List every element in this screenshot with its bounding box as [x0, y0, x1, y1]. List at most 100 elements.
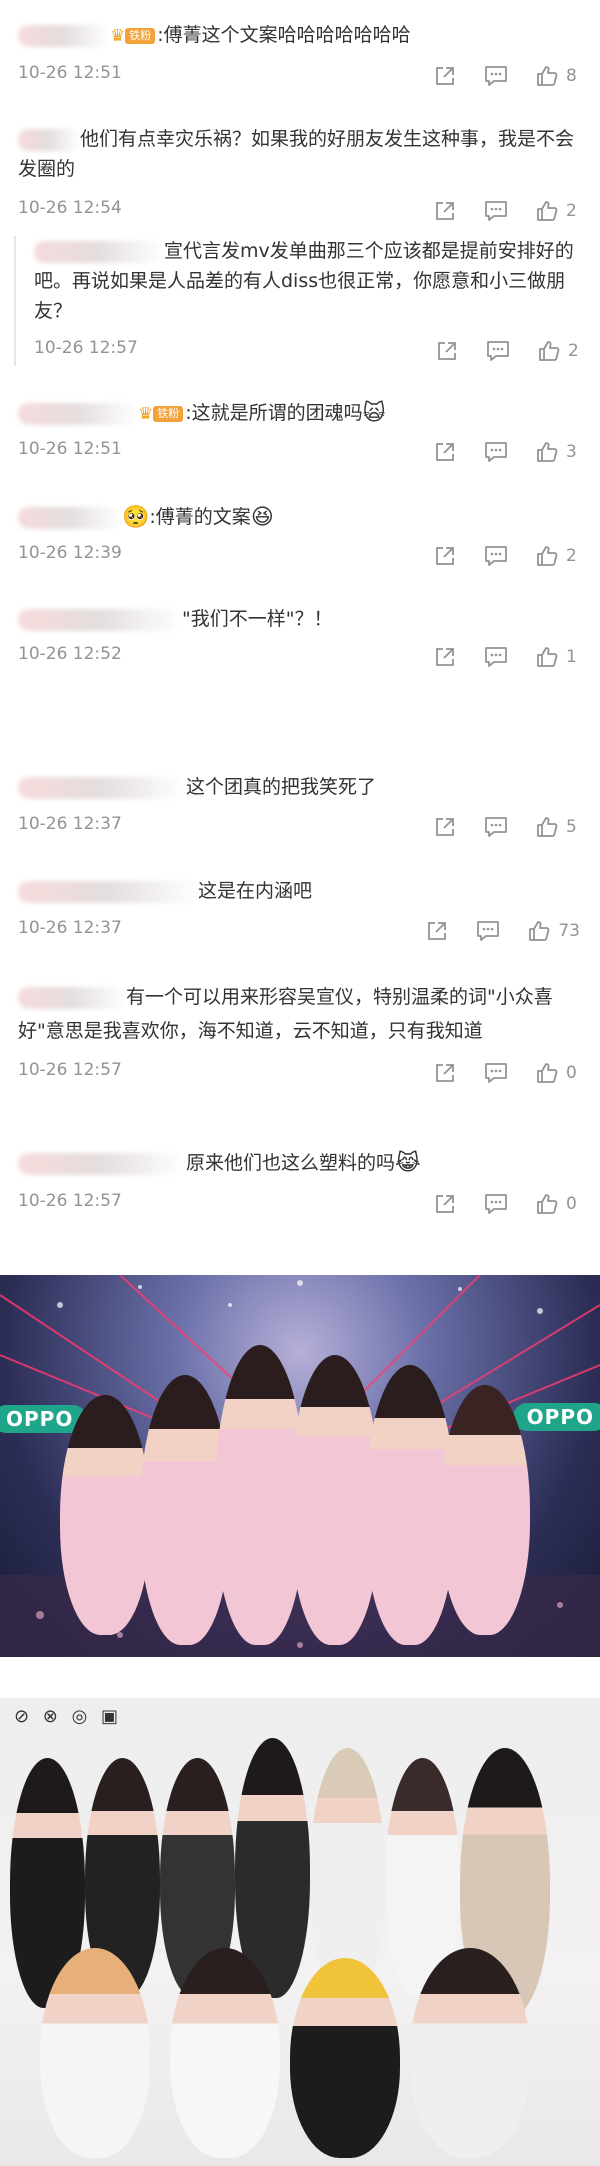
- comment-actions: 3: [406, 437, 580, 467]
- like-button[interactable]: 2: [538, 340, 582, 362]
- reply-button[interactable]: [484, 1062, 508, 1084]
- like-count: 0: [566, 1193, 577, 1214]
- like-button[interactable]: 8: [536, 65, 580, 87]
- comment-text: :这就是所谓的团魂吗: [185, 402, 363, 424]
- username-blurred[interactable]: [18, 608, 182, 631]
- username-blurred[interactable]: [34, 240, 164, 263]
- like-button[interactable]: 3: [536, 441, 580, 463]
- comment-actions: 0: [406, 1058, 580, 1088]
- share-button[interactable]: [434, 1062, 456, 1084]
- share-icon: [436, 202, 454, 220]
- share-icon: [438, 342, 456, 360]
- share-icon: [428, 922, 447, 940]
- share-button[interactable]: [434, 65, 456, 87]
- like-count: 2: [568, 341, 579, 361]
- comment-meta: 10-26 12:37 5: [0, 812, 600, 842]
- comment-actions: 2: [406, 541, 580, 571]
- share-icon: [436, 546, 454, 565]
- comment-icon: [477, 921, 500, 941]
- username-blurred[interactable]: [18, 1152, 186, 1175]
- username-blurred[interactable]: [18, 506, 122, 529]
- like-count: 3: [566, 441, 577, 462]
- like-count: 8: [566, 65, 577, 86]
- share-button[interactable]: [434, 441, 456, 463]
- username-blurred[interactable]: [18, 128, 80, 151]
- reply-button[interactable]: [484, 65, 508, 87]
- comment-meta: 10-26 12:57 0: [0, 1058, 600, 1088]
- reply-button[interactable]: [484, 816, 508, 838]
- comment-icon: [485, 817, 507, 837]
- reply-button[interactable]: [484, 545, 508, 567]
- laughing-emoji: 😆: [250, 504, 274, 530]
- username-blurred[interactable]: [18, 986, 126, 1009]
- like-count: 2: [566, 201, 577, 221]
- username-blurred[interactable]: [18, 402, 138, 425]
- like-count: 5: [566, 817, 577, 837]
- reply-button[interactable]: [484, 646, 508, 668]
- username-blurred[interactable]: [18, 776, 186, 799]
- fan-badge: 铁粉: [153, 405, 184, 422]
- username-blurred[interactable]: [18, 24, 110, 47]
- comment-meta: 10-26 12:57 0: [0, 1189, 600, 1219]
- like-count: 2: [566, 545, 577, 566]
- comment-text: :傅菁的文案: [149, 506, 251, 528]
- reply-thread: 宣代言发mv发单曲那三个应该都是提前安排好的吧。再说如果是人品差的有人diss也…: [14, 236, 600, 366]
- reply-button[interactable]: [484, 441, 508, 463]
- share-button[interactable]: [434, 646, 456, 668]
- reply-button[interactable]: [484, 1193, 508, 1215]
- share-button[interactable]: [434, 816, 456, 838]
- comment-icon: [485, 1063, 507, 1083]
- cat-face-emoji: 🙀: [362, 400, 386, 426]
- share-icon: [436, 1194, 454, 1213]
- reply-button[interactable]: [486, 340, 510, 362]
- like-button[interactable]: 73: [528, 920, 580, 942]
- comment-text: 这个团真的把我笑死了: [186, 776, 377, 798]
- comment-icon: [485, 65, 507, 86]
- tears-of-joy-emoji: 😹: [395, 1150, 421, 1176]
- member-figure: [60, 1395, 150, 1635]
- like-button[interactable]: 2: [536, 545, 580, 567]
- share-button[interactable]: [434, 545, 456, 567]
- oppo-logo-right: OPPO: [512, 1403, 600, 1431]
- comment-item: ♛ 铁粉:傅菁这个文案哈哈哈哈哈哈哈 10-26 12:51 8: [0, 20, 600, 91]
- comment-time: 10-26 12:37: [18, 918, 122, 938]
- thumbs-up-icon: [537, 1193, 558, 1214]
- thumbs-up-icon: [529, 921, 550, 941]
- comment-meta: 10-26 12:37 73: [0, 916, 600, 946]
- comment-icon: [487, 341, 509, 361]
- comment-meta: 10-26 12:39 2: [0, 541, 600, 571]
- comment-item: "我们不一样"？！ 10-26 12:52 1: [0, 604, 600, 672]
- like-button[interactable]: 0: [536, 1062, 580, 1084]
- comment-meta: 10-26 12:52 1: [0, 642, 600, 672]
- share-icon: [436, 1064, 454, 1082]
- comment-meta: 10-26 12:54 2: [0, 196, 600, 226]
- share-button[interactable]: [436, 340, 458, 362]
- like-button[interactable]: 0: [536, 1193, 580, 1215]
- reply-button[interactable]: [476, 920, 500, 942]
- comment-text: "我们不一样"？！: [182, 608, 333, 630]
- reply-button[interactable]: [484, 200, 508, 222]
- comment-time: 10-26 12:52: [18, 644, 122, 664]
- share-button[interactable]: [434, 1193, 456, 1215]
- thumbs-up-icon: [537, 65, 558, 86]
- comment-actions: 1: [406, 642, 580, 672]
- comment-time: 10-26 12:39: [18, 542, 122, 563]
- like-button[interactable]: 5: [536, 816, 580, 838]
- comment-item: 有一个可以用来形容吴宣仪，特别温柔的词"小众喜好"意思是我喜欢你，海不知道，云不…: [0, 980, 600, 1088]
- share-icon: [436, 818, 454, 836]
- member-figure: [440, 1385, 530, 1635]
- thumbs-up-icon: [537, 441, 558, 462]
- like-button[interactable]: 1: [536, 646, 580, 668]
- username-blurred[interactable]: [18, 880, 198, 903]
- fan-badge: 铁粉: [125, 27, 156, 44]
- comment-time: 10-26 12:57: [34, 338, 138, 358]
- share-icon: [436, 648, 454, 666]
- share-button[interactable]: [426, 920, 448, 942]
- comment-item: 🥺:傅菁的文案😆 10-26 12:39 2: [0, 502, 600, 571]
- comment-icon: [485, 441, 507, 462]
- share-button[interactable]: [434, 200, 456, 222]
- thumbs-up-icon: [537, 545, 558, 566]
- comment-meta: 10-26 12:51 8: [0, 61, 600, 91]
- crown-icon: ♛: [110, 25, 126, 46]
- like-button[interactable]: 2: [536, 200, 580, 222]
